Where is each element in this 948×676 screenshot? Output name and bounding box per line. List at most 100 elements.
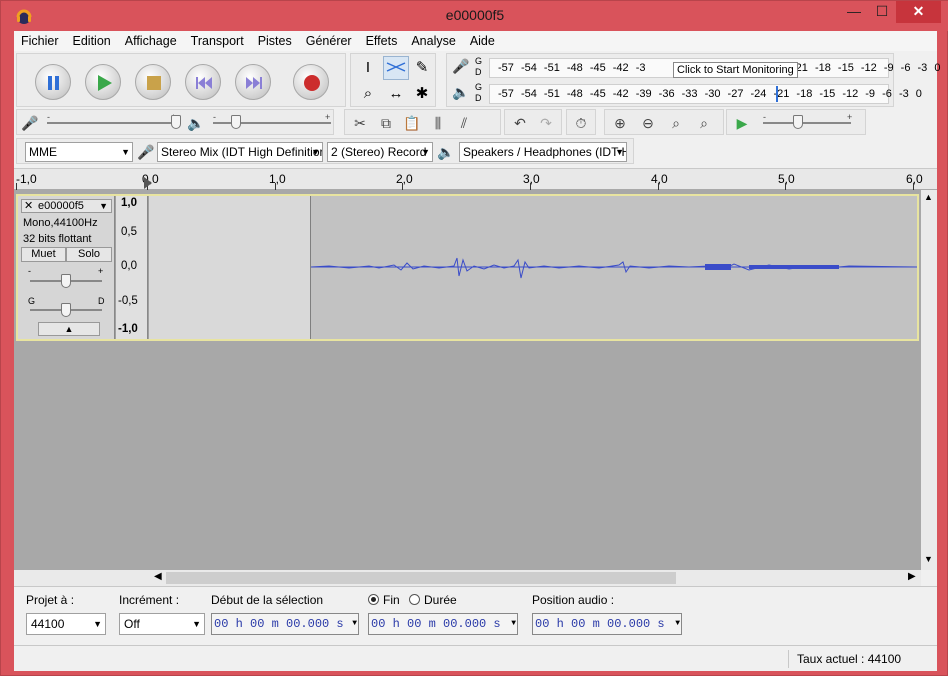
sync-lock-toolbar: ⏱ (566, 109, 596, 135)
solo-button[interactable]: Solo (66, 247, 112, 262)
project-rate-label: Projet à : (26, 593, 75, 607)
amplitude-ruler[interactable]: 1,0 0,5 0,0 -0,5 -1,0 (116, 196, 148, 339)
draw-tool-icon[interactable]: ✎ (409, 56, 435, 80)
envelope-tool-icon[interactable] (383, 56, 409, 80)
skip-to-start-button[interactable] (185, 64, 221, 100)
length-radio-icon[interactable] (409, 594, 420, 605)
close-button[interactable]: ✕ (896, 1, 941, 23)
meter-left-label: G (475, 82, 483, 92)
project-rate-select[interactable]: 44100 ▼ (26, 613, 106, 635)
record-button[interactable] (293, 64, 329, 100)
timeline-ruler[interactable]: -1,0 0,0 1,0 2,0 3,0 4,0 5,0 6,0 (14, 168, 937, 190)
audio-host-select[interactable]: MME ▼ (25, 142, 133, 162)
audio-position-time[interactable]: 00 h 00 m 00.000 s ▼ (532, 613, 682, 635)
device-toolbar: MME ▼ 🎤 Stereo Mix (IDT High Definitior ▼ … (16, 138, 634, 164)
play-at-speed-icon[interactable]: ▶ (731, 113, 753, 133)
chevron-down-icon: ▼ (93, 619, 102, 629)
selection-end-time[interactable]: 00 h 00 m 00.000 s ▼ (368, 613, 518, 635)
play-head-icon[interactable] (144, 177, 152, 189)
scroll-right-icon[interactable]: ▶ (908, 571, 916, 582)
copy-icon[interactable]: ⧉ (375, 113, 397, 133)
chevron-down-icon: ▼ (352, 619, 357, 628)
track-name-dropdown[interactable]: ✕ e00000f5 ▼ (21, 199, 112, 213)
pan-left-label: G (28, 296, 36, 306)
pan-thumb[interactable] (61, 303, 71, 317)
collapse-track-button[interactable]: ▲ (38, 322, 100, 336)
scroll-down-icon[interactable]: ▼ (924, 554, 933, 564)
sync-lock-icon[interactable]: ⏱ (570, 113, 592, 133)
menu-pistes[interactable]: Pistes (251, 31, 299, 51)
ruler-label: 4,0 (651, 172, 668, 186)
menu-aide[interactable]: Aide (463, 31, 502, 51)
waveform-area[interactable] (149, 196, 917, 339)
track-format-info: Mono,44100Hz (23, 217, 98, 229)
cut-icon[interactable]: ✂ (349, 113, 371, 133)
audio-track[interactable]: ✕ e00000f5 ▼ Mono,44100Hz 32 bits flotta… (16, 194, 919, 341)
horizontal-scroll-thumb[interactable] (166, 572, 676, 584)
scroll-left-icon[interactable]: ◀ (154, 571, 162, 582)
play-button[interactable] (85, 64, 121, 100)
input-volume-thumb[interactable] (171, 115, 181, 129)
zoom-in-icon[interactable]: ⊕ (609, 113, 631, 133)
selection-start-value: 00 h 00 m 00.000 s (214, 617, 344, 631)
selection-start-time[interactable]: 00 h 00 m 00.000 s ▼ (211, 613, 359, 635)
ruler-tick (530, 183, 531, 190)
paste-icon[interactable]: 📋 (401, 113, 423, 133)
fit-project-icon[interactable]: ⌕ (693, 113, 715, 133)
speed-thumb[interactable] (793, 115, 803, 129)
menu-transport[interactable]: Transport (184, 31, 251, 51)
time-shift-tool-icon[interactable]: ↔ (383, 82, 409, 106)
record-meter-scale[interactable]: -57 -54 -51 -48 -45 -42 -3 -21 -18 -15 -… (489, 58, 940, 78)
pause-button[interactable] (35, 64, 71, 100)
chevron-down-icon: ▼ (121, 147, 130, 157)
selection-start-label: Début de la sélection (211, 593, 324, 607)
zoom-out-icon[interactable]: ⊖ (637, 113, 659, 133)
trim-icon[interactable]: ⫼ (427, 113, 449, 133)
redo-icon[interactable]: ↷ (535, 113, 557, 133)
title-bar[interactable]: e00000f5 — ☐ ✕ (1, 1, 948, 31)
playback-device-select[interactable]: Speakers / Headphones (IDT H ▼ (459, 142, 627, 162)
track-panel[interactable]: ✕ e00000f5 ▼ Mono,44100Hz 32 bits flotta… (14, 190, 921, 570)
maximize-button[interactable]: ☐ (867, 1, 897, 23)
snap-select[interactable]: Off ▼ (119, 613, 205, 635)
chevron-down-icon: ▼ (675, 619, 680, 628)
recording-device-select[interactable]: Stereo Mix (IDT High Definitior ▼ (157, 142, 323, 162)
length-radio-option[interactable]: Durée (409, 593, 457, 607)
menu-affichage[interactable]: Affichage (118, 31, 184, 51)
menu-edition[interactable]: Edition (66, 31, 118, 51)
input-volume-slider[interactable] (47, 122, 177, 124)
gain-thumb[interactable] (61, 274, 71, 288)
amplitude-label: -1,0 (118, 323, 138, 335)
silence-icon[interactable]: ⫽ (453, 113, 475, 133)
ruler-tick (658, 183, 659, 190)
end-radio-icon[interactable] (368, 594, 379, 605)
vertical-scrollbar[interactable]: ▲ ▼ (921, 190, 937, 570)
menu-effets[interactable]: Effets (359, 31, 405, 51)
recording-channels-value: 2 (Stereo) Record (331, 145, 427, 159)
playback-meter[interactable]: 🔈 GD -57 -54 -51 -48 -45 -42 -39 -36 -33… (449, 82, 922, 106)
menu-analyse[interactable]: Analyse (404, 31, 462, 51)
amplitude-label: 0,0 (121, 260, 137, 272)
speed-slider[interactable] (763, 122, 851, 124)
stop-button[interactable] (135, 64, 171, 100)
record-meter[interactable]: 🎤 GD -57 -54 -51 -48 -45 -42 -3 -21 -18 … (449, 56, 940, 80)
mute-button[interactable]: Muet (21, 247, 66, 262)
minimize-button[interactable]: — (839, 1, 869, 23)
scroll-up-icon[interactable]: ▲ (924, 192, 933, 202)
fit-selection-icon[interactable]: ⌕ (665, 113, 687, 133)
speed-max-label: + (847, 112, 853, 122)
selection-tool-icon[interactable]: I (355, 56, 381, 80)
skip-to-end-button[interactable] (235, 64, 271, 100)
end-radio-option[interactable]: Fin (368, 593, 400, 607)
undo-icon[interactable]: ↶ (509, 113, 531, 133)
track-close-icon[interactable]: ✕ (24, 200, 33, 212)
playback-meter-scale[interactable]: -57 -54 -51 -48 -45 -42 -39 -36 -33 -30 … (489, 84, 922, 104)
zoom-tool-icon[interactable]: ⌕ (355, 82, 381, 106)
multi-tool-icon[interactable]: ✱ (409, 82, 435, 106)
horizontal-scrollbar[interactable]: ◀ ▶ (14, 570, 921, 586)
undo-toolbar: ↶ ↷ (504, 109, 562, 135)
menu-fichier[interactable]: Fichier (14, 31, 66, 51)
output-volume-thumb[interactable] (231, 115, 241, 129)
menu-generer[interactable]: Générer (299, 31, 359, 51)
recording-channels-select[interactable]: 2 (Stereo) Record ▼ (327, 142, 433, 162)
